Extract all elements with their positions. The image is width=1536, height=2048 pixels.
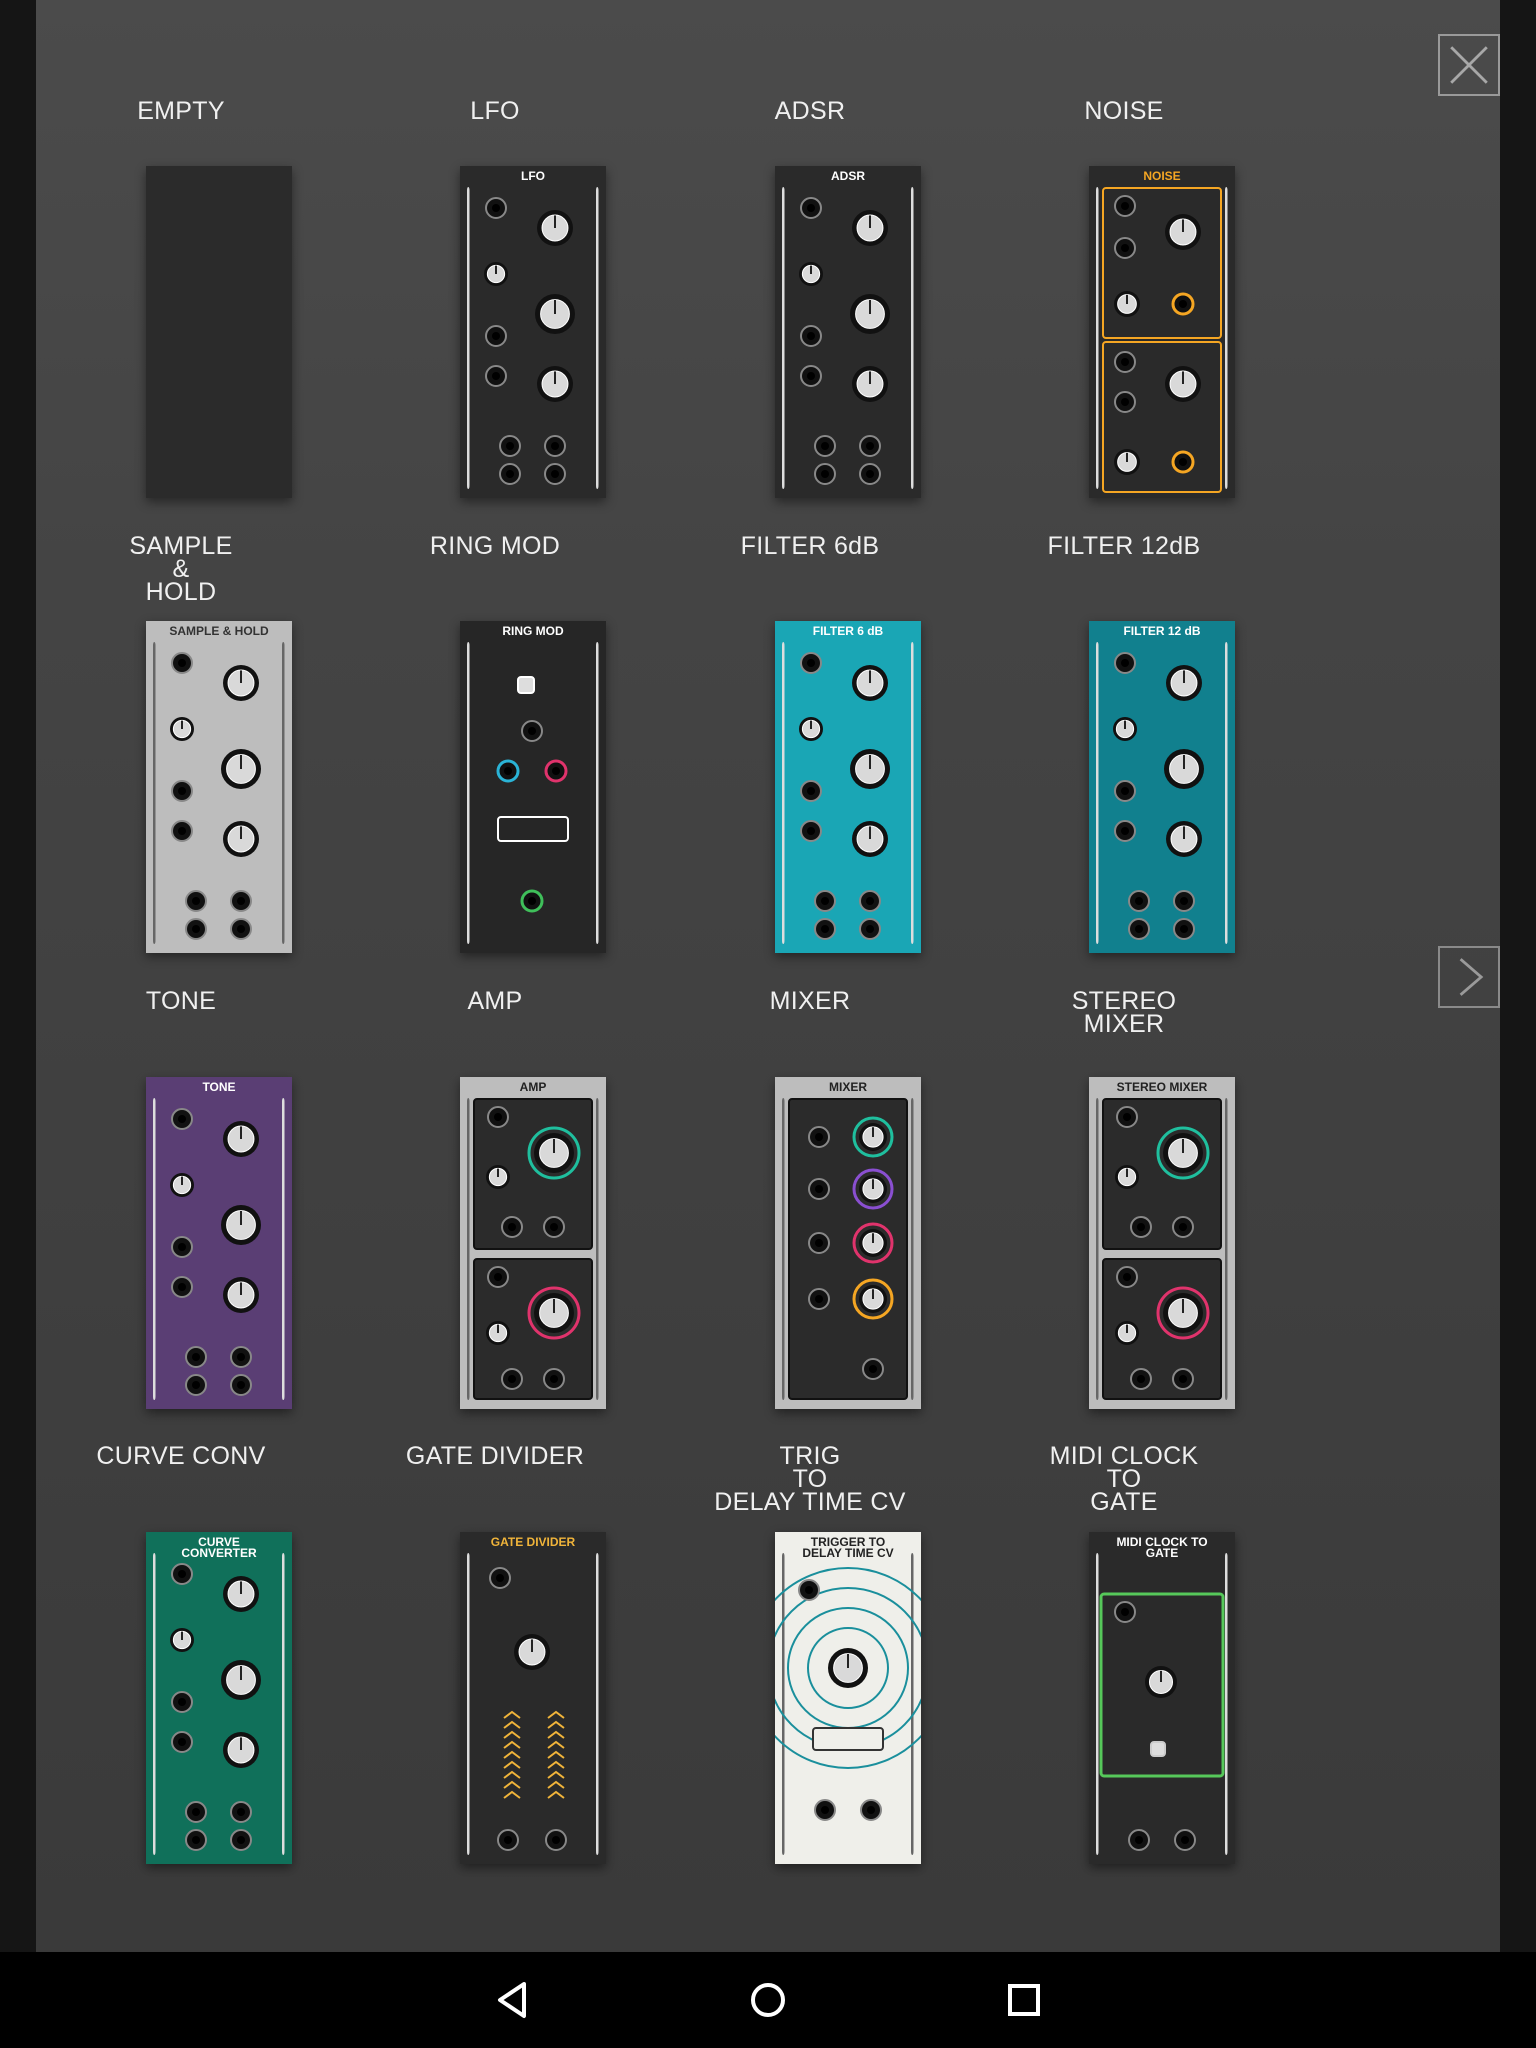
home-button[interactable]: [736, 1968, 800, 2032]
module-faceplate-art: [467, 642, 599, 944]
module-thumb-curve-conv[interactable]: CURVE CONVERTER: [146, 1532, 292, 1864]
module-faceplate-label: FILTER 12 dB: [1123, 624, 1201, 638]
module-faceplate-label: MIXER: [828, 1080, 867, 1094]
module-title: TRIG TO DELAY TIME CV: [714, 1442, 906, 1516]
module-thumb-trig-delay[interactable]: TRIGGER TO DELAY TIME CV: [775, 1532, 921, 1864]
module-faceplate-art: [467, 187, 599, 489]
module-title: SAMPLE & HOLD: [129, 532, 233, 606]
module-thumb-adsr[interactable]: ADSR: [775, 166, 921, 498]
module-title: STEREO MIXER: [1071, 987, 1177, 1038]
module-faceplate-label: AMP: [519, 1080, 547, 1094]
module-faceplate-art: [467, 1553, 599, 1855]
close-button[interactable]: [1438, 34, 1500, 96]
module-title: MIDI CLOCK TO GATE: [1049, 1442, 1199, 1516]
module-thumb-sample-hold[interactable]: SAMPLE & HOLD: [146, 621, 292, 953]
module-faceplate-art: [153, 642, 285, 944]
close-x-icon: [1450, 46, 1488, 84]
module-faceplate-label: STEREO MIXER: [1116, 1080, 1208, 1094]
module-faceplate-art: [1096, 1098, 1228, 1400]
module-faceplate-art: [1096, 642, 1228, 944]
module-faceplate-art: [782, 642, 914, 944]
module-thumb-tone[interactable]: TONE: [146, 1077, 292, 1409]
module-faceplate-label: MIDI CLOCK TO GATE: [1116, 1535, 1208, 1560]
module-faceplate-label: RING MOD: [502, 624, 564, 638]
module-thumb-stereo-mixer[interactable]: STEREO MIXER: [1089, 1077, 1235, 1409]
module-title: NOISE: [1084, 97, 1164, 125]
module-title: EMPTY: [137, 97, 225, 125]
module-thumb-ring-mod[interactable]: RING MOD: [460, 621, 606, 953]
module-thumb-lfo[interactable]: LFO: [460, 166, 606, 498]
module-title: GATE DIVIDER: [405, 1442, 585, 1470]
module-title: LFO: [470, 97, 520, 125]
module-thumb-midi-clock[interactable]: MIDI CLOCK TO GATE: [1089, 1532, 1235, 1864]
module-title: ADSR: [774, 97, 846, 125]
module-thumb-gate-divider[interactable]: GATE DIVIDER: [460, 1532, 606, 1864]
module-title: TONE: [145, 987, 217, 1015]
recents-square-icon: [1008, 1984, 1040, 2016]
chevron-right-icon: [1459, 958, 1484, 996]
module-faceplate-label: CURVE CONVERTER: [181, 1535, 257, 1560]
module-title: FILTER 12dB: [1047, 532, 1201, 560]
module-faceplate-art: [775, 1553, 921, 1855]
module-faceplate-art: [782, 187, 914, 489]
module-title: AMP: [467, 987, 523, 1015]
module-faceplate-art: [1096, 187, 1228, 493]
module-picker-panel: EMPTY LFO LFO ADSR ADSR NOISE NOISE SAMPLE & HO…: [36, 0, 1500, 1952]
module-thumb-noise[interactable]: NOISE: [1089, 166, 1235, 498]
module-faceplate-label: LFO: [521, 169, 545, 183]
module-faceplate-label: TONE: [202, 1080, 236, 1094]
module-thumb-empty[interactable]: [146, 166, 292, 498]
module-faceplate-label: FILTER 6 dB: [812, 624, 884, 638]
module-faceplate-art: [782, 1098, 914, 1400]
module-thumb-filter-12db[interactable]: FILTER 12 dB: [1089, 621, 1235, 953]
system-nav-bar: [0, 1952, 1536, 2048]
recents-button[interactable]: [992, 1968, 1056, 2032]
module-title: FILTER 6dB: [740, 532, 880, 560]
module-faceplate-label: NOISE: [1143, 169, 1181, 183]
module-faceplate-art: [153, 1553, 285, 1855]
module-faceplate-label: GATE DIVIDER: [490, 1535, 576, 1549]
module-faceplate-art: [146, 166, 292, 498]
module-faceplate-art: [467, 1098, 599, 1400]
module-faceplate-label: ADSR: [830, 169, 865, 183]
next-page-button[interactable]: [1438, 946, 1500, 1008]
module-thumb-filter-6db[interactable]: FILTER 6 dB: [775, 621, 921, 953]
module-faceplate-label: TRIGGER TO DELAY TIME CV: [802, 1535, 894, 1560]
module-faceplate-art: [1096, 1553, 1228, 1855]
module-thumb-amp[interactable]: AMP: [460, 1077, 606, 1409]
module-title: RING MOD: [429, 532, 561, 560]
back-button[interactable]: [480, 1968, 544, 2032]
module-faceplate-art: [153, 1098, 285, 1400]
home-circle-icon: [751, 1983, 785, 2017]
back-triangle-icon: [498, 1982, 526, 2018]
module-title: MIXER: [769, 987, 851, 1015]
module-thumb-mixer[interactable]: MIXER: [775, 1077, 921, 1409]
module-faceplate-label: SAMPLE & HOLD: [169, 624, 269, 638]
module-title: CURVE CONV: [96, 1442, 266, 1470]
